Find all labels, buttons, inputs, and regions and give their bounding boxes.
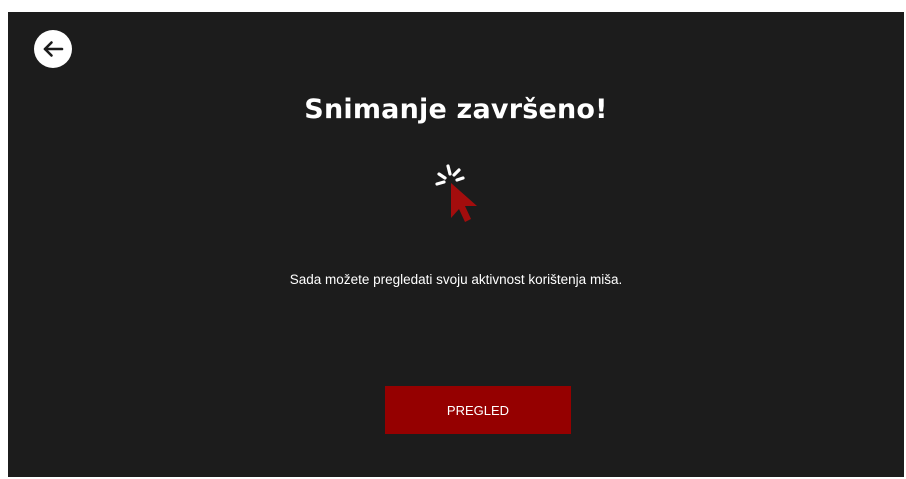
back-button[interactable] <box>34 30 72 68</box>
page-title: Snimanje završeno! <box>304 94 608 125</box>
info-message: Sada možete pregledati svoju aktivnost k… <box>289 272 623 287</box>
review-button[interactable]: PREGLED <box>385 386 571 434</box>
cursor-click-icon <box>435 164 477 222</box>
arrow-left-icon <box>43 41 64 57</box>
completion-screen: Snimanje završeno! Sada možete pregledat… <box>8 12 904 477</box>
